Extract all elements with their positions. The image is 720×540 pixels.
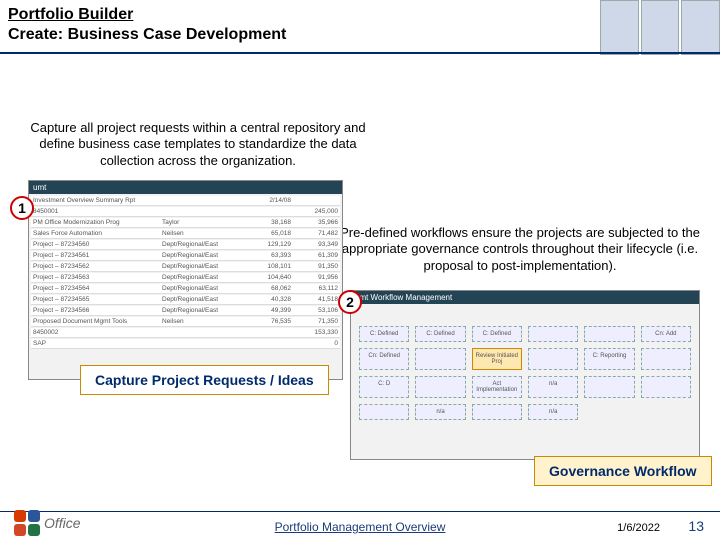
caption-capture: Capture Project Requests / Ideas xyxy=(80,365,329,395)
screenshot-titlebar: umt Workflow Management xyxy=(351,291,699,304)
footer-page-number: 13 xyxy=(688,518,704,534)
table-row: Investment Overview Summary Rpt2/14/08 xyxy=(31,196,340,206)
callout-badge-1: 1 xyxy=(10,196,34,220)
screenshot-workflow: umt Workflow Management C: Defined C: Def… xyxy=(350,290,700,460)
intro-text-1: Capture all project requests within a ce… xyxy=(18,120,378,169)
workflow-box: C: Reporting xyxy=(584,348,634,370)
workflow-box xyxy=(641,376,691,398)
footer-date: 1/6/2022 xyxy=(617,522,660,534)
callout-badge-2: 2 xyxy=(338,290,362,314)
workflow-box xyxy=(415,348,465,370)
workflow-box: n/a xyxy=(528,404,578,420)
workflow-box xyxy=(584,326,634,342)
workflow-box xyxy=(472,404,522,420)
workflow-box: Cn: Defined xyxy=(359,348,409,370)
table-row: Project – 87234561Dept/Regional/East63,3… xyxy=(31,251,340,261)
table-row: Project – 87234566Dept/Regional/East49,3… xyxy=(31,306,340,316)
workflow-box: C: Defined xyxy=(472,326,522,342)
footer-title: Portfolio Management Overview xyxy=(0,520,720,534)
table-row: Project – 87234562Dept/Regional/East108,… xyxy=(31,262,340,272)
workflow-box xyxy=(528,348,578,370)
workflow-box xyxy=(359,404,409,420)
workflow-box: C: Defined xyxy=(359,326,409,342)
workflow-box: C: D xyxy=(359,376,409,398)
workflow-box: n/a xyxy=(415,404,465,420)
corner-thumbnails xyxy=(600,0,720,55)
table-row: Project – 87234560Dept/Regional/East129,… xyxy=(31,240,340,250)
footer-rule xyxy=(0,511,720,512)
workflow-box: n/a xyxy=(528,376,578,398)
table-row: Project – 87234564Dept/Regional/East68,0… xyxy=(31,284,340,294)
workflow-box: Review Initiated Proj xyxy=(472,348,522,370)
screenshot-requests: umt Investment Overview Summary Rpt2/14/… xyxy=(28,180,343,380)
table-row: SAP0 xyxy=(31,339,340,349)
workflow-box xyxy=(528,326,578,342)
intro-text-2: Pre-defined workflows ensure the project… xyxy=(340,225,700,274)
screenshot-titlebar: umt xyxy=(29,181,342,194)
table-row: Project – 87234565Dept/Regional/East40,3… xyxy=(31,295,340,305)
workflow-box: Act Implementation xyxy=(472,376,522,398)
table-row: Proposed Document Mgmt ToolsNeilsen76,53… xyxy=(31,317,340,327)
workflow-box xyxy=(584,376,634,398)
workflow-box: C: Defined xyxy=(415,326,465,342)
workflow-box xyxy=(641,348,691,370)
table-row: 8450001245,000 xyxy=(31,207,340,217)
table-row: Project – 87234563Dept/Regional/East104,… xyxy=(31,273,340,283)
caption-governance: Governance Workflow xyxy=(534,456,712,486)
workflow-box: Cn: Add xyxy=(641,326,691,342)
table-row: Sales Force AutomationNeilsen65,01871,48… xyxy=(31,229,340,239)
table-row: 8450002153,330 xyxy=(31,328,340,338)
header-rule xyxy=(0,52,720,54)
workflow-box xyxy=(415,376,465,398)
table-row: PM Office Modernization ProgTaylor38,168… xyxy=(31,218,340,228)
